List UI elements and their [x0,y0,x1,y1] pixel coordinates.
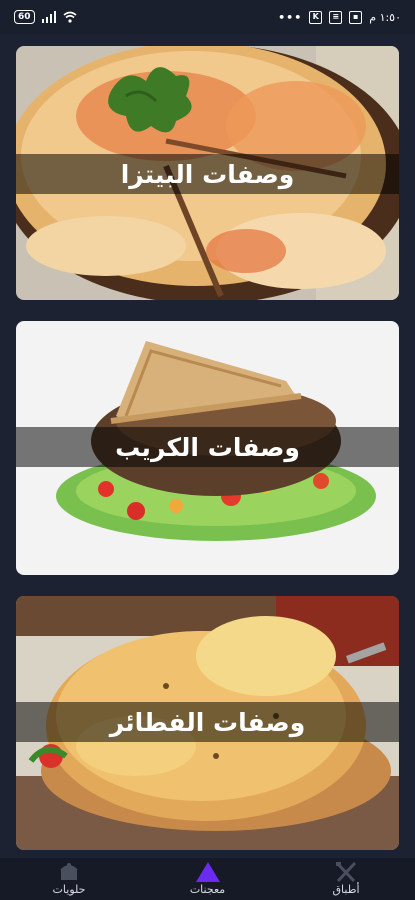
utensils-icon [333,861,359,883]
clock: ١:٥٠ م [369,10,401,24]
card-title: وصفات الفطائر [16,702,399,742]
status-bar: 60 ••• K ≡ ▪ ١:٥٠ م [0,0,415,34]
wifi-icon [63,11,77,23]
pizza-recipes-card[interactable]: وصفات البيتزا [16,46,399,300]
status-left: 60 [14,10,77,24]
status-right: ••• K ≡ ▪ ١:٥٠ م [278,10,401,24]
bottom-navigation: حلويات معجنات أطباق [0,858,415,900]
pie-recipes-card[interactable]: وصفات الفطائر [16,596,399,850]
battery-icon: 60 [14,10,35,24]
nav-item-sweets[interactable]: حلويات [24,861,114,896]
nav-label-dishes: أطباق [332,883,360,896]
app-k-icon: K [309,10,323,24]
nav-item-pastries[interactable]: معجنات [163,861,253,896]
notification-icon: ≡ [329,10,343,24]
more-dots-icon: ••• [278,10,303,24]
crepe-recipes-card[interactable]: وصفات الكريب [16,321,399,575]
card-title: وصفات الكريب [16,427,399,467]
triangle-icon [195,861,221,883]
nav-label-pastries: معجنات [189,883,226,896]
nav-label-sweets: حلويات [52,883,86,896]
card-title: وصفات البيتزا [16,154,399,194]
nav-item-dishes[interactable]: أطباق [301,861,391,896]
gallery-icon: ▪ [349,10,363,24]
cake-icon [56,861,82,883]
signal-icon [41,11,57,23]
